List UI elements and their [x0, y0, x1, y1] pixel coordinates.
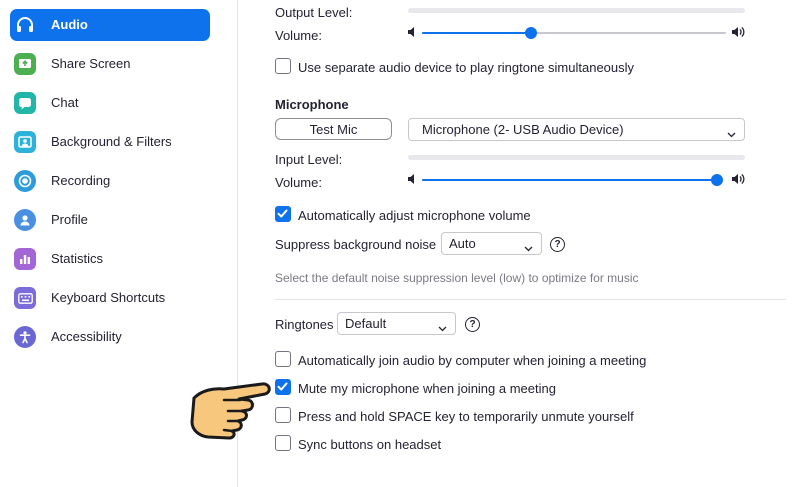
mute-on-join-checkbox[interactable] — [275, 379, 291, 395]
volume-high-icon — [731, 25, 746, 42]
profile-icon — [14, 209, 36, 231]
output-level-label: Output Level: — [275, 5, 353, 20]
background-icon — [14, 131, 36, 153]
headphones-icon — [14, 14, 36, 36]
keyboard-icon — [14, 287, 36, 309]
pointing-hand-icon — [184, 378, 276, 445]
chevron-down-icon — [438, 320, 447, 335]
ringtones-label: Ringtones — [275, 317, 334, 332]
chevron-down-icon — [727, 126, 736, 141]
volume-low-icon — [407, 173, 417, 188]
sidebar-item-recording[interactable]: Recording — [10, 165, 210, 197]
mic-volume-label: Volume: — [275, 175, 322, 190]
ringtones-value: Default — [345, 316, 387, 331]
space-to-unmute-label: Press and hold SPACE key to temporarily … — [298, 409, 634, 424]
sync-headset-checkbox[interactable] — [275, 435, 291, 451]
sidebar-item-label: Recording — [51, 173, 111, 188]
microphone-device-value: Microphone (2- USB Audio Device) — [422, 122, 624, 137]
sidebar-item-audio[interactable]: Audio — [10, 9, 210, 41]
settings-window: Audio Share Screen Chat Background & Fil… — [0, 0, 800, 487]
microphone-device-select[interactable]: Microphone (2- USB Audio Device) — [408, 118, 745, 141]
speaker-volume-fill — [422, 32, 532, 34]
sidebar-item-label: Keyboard Shortcuts — [51, 290, 166, 305]
statistics-icon — [14, 248, 36, 270]
sidebar-item-label: Audio — [51, 17, 88, 32]
volume-low-icon — [407, 26, 417, 41]
sidebar-item-profile[interactable]: Profile — [10, 204, 210, 236]
accessibility-icon — [14, 326, 36, 348]
input-level-label: Input Level: — [275, 152, 343, 167]
mic-volume-fill — [422, 179, 717, 181]
sidebar-item-label: Background & Filters — [51, 134, 172, 149]
output-level-meter — [408, 8, 745, 13]
chat-icon — [14, 92, 36, 114]
suppress-noise-select[interactable]: Auto — [441, 232, 542, 255]
speaker-volume-slider[interactable] — [422, 27, 726, 39]
chevron-down-icon — [524, 240, 533, 255]
recording-icon — [14, 170, 36, 192]
separate-ringtone-label: Use separate audio device to play ringto… — [298, 60, 635, 75]
input-level-meter — [408, 155, 745, 160]
sidebar-item-background-filters[interactable]: Background & Filters — [10, 126, 210, 158]
mic-volume-slider[interactable] — [422, 174, 723, 186]
sidebar-item-share-screen[interactable]: Share Screen — [10, 48, 210, 80]
help-icon[interactable]: ? — [550, 237, 565, 252]
sidebar-item-label: Chat — [51, 95, 79, 110]
sidebar-item-label: Statistics — [51, 251, 104, 266]
mic-volume-thumb[interactable] — [711, 174, 723, 186]
help-icon[interactable]: ? — [465, 317, 480, 332]
auto-adjust-mic-checkbox[interactable] — [275, 206, 291, 222]
sidebar-item-keyboard-shortcuts[interactable]: Keyboard Shortcuts — [10, 282, 210, 314]
suppress-noise-label: Suppress background noise — [275, 237, 437, 252]
sync-headset-label: Sync buttons on headset — [298, 437, 442, 452]
speaker-volume-thumb[interactable] — [525, 27, 538, 39]
auto-adjust-mic-label: Automatically adjust microphone volume — [298, 208, 531, 223]
auto-join-audio-checkbox[interactable] — [275, 351, 291, 367]
test-mic-button[interactable]: Test Mic — [275, 118, 392, 140]
speaker-volume-label: Volume: — [275, 28, 322, 43]
share-screen-icon — [14, 53, 36, 75]
auto-join-audio-label: Automatically join audio by computer whe… — [298, 353, 647, 368]
suppress-noise-hint: Select the default noise suppression lev… — [275, 271, 639, 285]
separate-ringtone-checkbox[interactable] — [275, 58, 291, 74]
space-to-unmute-checkbox[interactable] — [275, 407, 291, 423]
mute-on-join-label: Mute my microphone when joining a meetin… — [298, 381, 556, 396]
ringtones-select[interactable]: Default — [337, 312, 456, 335]
suppress-noise-value: Auto — [449, 236, 476, 251]
section-divider — [275, 299, 786, 300]
sidebar-item-statistics[interactable]: Statistics — [10, 243, 210, 275]
volume-high-icon — [731, 172, 746, 189]
sidebar-item-accessibility[interactable]: Accessibility — [10, 321, 210, 353]
sidebar-item-label: Share Screen — [51, 56, 131, 71]
audio-settings-panel: Output Level: Volume: Use separate audio… — [239, 0, 800, 487]
sidebar-item-label: Profile — [51, 212, 88, 227]
sidebar-item-label: Accessibility — [51, 329, 122, 344]
sidebar-item-chat[interactable]: Chat — [10, 87, 210, 119]
microphone-section-title: Microphone — [275, 97, 349, 112]
